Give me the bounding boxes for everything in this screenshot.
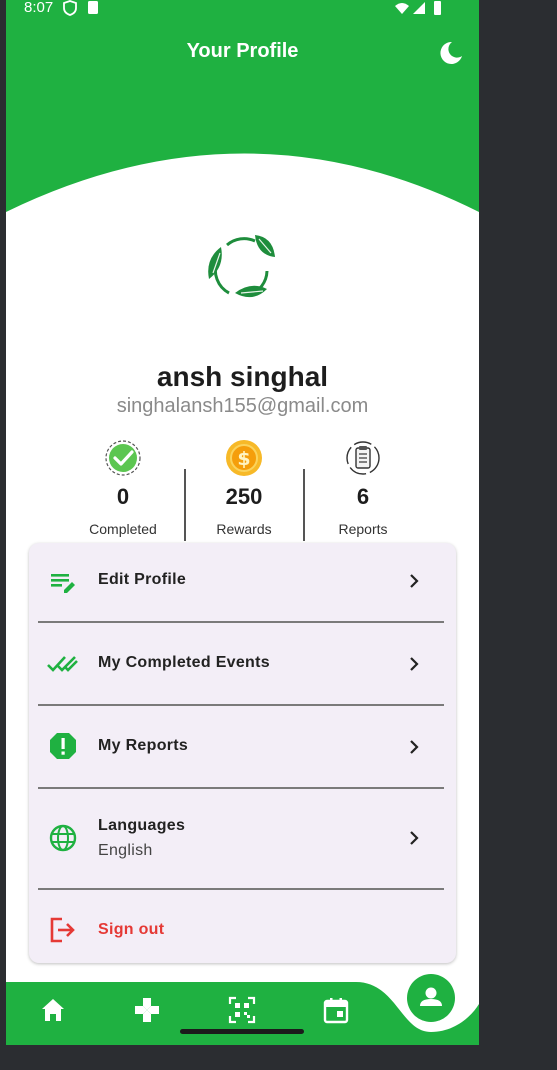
calendar-icon[interactable]: [322, 996, 350, 1024]
menu-item-languages[interactable]: Languages English: [29, 789, 456, 888]
menu-label: My Reports: [98, 737, 189, 754]
menu-label: Languages: [98, 817, 186, 834]
menu-label: Edit Profile: [98, 571, 187, 588]
chevron-right-icon: [405, 572, 423, 590]
stat-value: 0: [116, 484, 130, 509]
stat-label: Reports: [338, 521, 388, 537]
stat-label: Rewards: [216, 521, 272, 537]
home-icon[interactable]: [39, 996, 67, 1024]
phone-screen: 8:07 Your Profile ansh singhal singhalan…: [6, 0, 479, 1045]
globe-icon: [47, 822, 79, 854]
moon-icon[interactable]: [438, 40, 464, 66]
edit-notes-icon: [47, 566, 79, 598]
profile-menu: Edit Profile My Completed Events My Repo…: [29, 543, 456, 963]
sign-out-button[interactable]: Sign out: [29, 890, 456, 963]
menu-item-completed-events[interactable]: My Completed Events: [29, 623, 456, 705]
stat-value: 250: [225, 484, 263, 509]
profile-icon: [420, 987, 442, 1006]
selected-language: English: [98, 842, 153, 859]
svg-text:$: $: [237, 448, 250, 470]
qr-scan-icon[interactable]: [228, 996, 256, 1024]
status-bar: 8:07: [6, 0, 479, 18]
menu-item-edit-profile[interactable]: Edit Profile: [29, 543, 456, 621]
double-check-icon: [47, 647, 79, 679]
clipboard-icon: [345, 440, 381, 476]
chevron-right-icon: [405, 829, 423, 847]
chevron-right-icon: [405, 738, 423, 756]
gesture-home-indicator[interactable]: [180, 1029, 304, 1034]
header-background: [6, 0, 479, 212]
chevron-right-icon: [405, 655, 423, 673]
status-notification-icons: [62, 0, 102, 20]
logout-icon: [47, 914, 79, 946]
page-title: Your Profile: [186, 40, 299, 62]
sign-out-label: Sign out: [98, 921, 165, 938]
status-time: 8:07: [24, 0, 54, 16]
alert-octagon-icon: [47, 730, 79, 762]
check-badge-icon: [105, 440, 141, 476]
stat-value: 6: [356, 484, 370, 509]
coin-icon: $: [226, 440, 262, 476]
gamepad-icon[interactable]: [133, 996, 161, 1024]
menu-label: My Completed Events: [98, 654, 270, 671]
stat-label: Completed: [89, 521, 157, 537]
user-email: singhalansh155@gmail.com: [116, 395, 369, 417]
menu-item-reports[interactable]: My Reports: [29, 706, 456, 788]
recycle-leaves-logo: [205, 231, 281, 305]
status-system-icons: [393, 0, 449, 20]
user-name: ansh singhal: [156, 361, 329, 392]
profile-tab-button[interactable]: [407, 974, 455, 1022]
